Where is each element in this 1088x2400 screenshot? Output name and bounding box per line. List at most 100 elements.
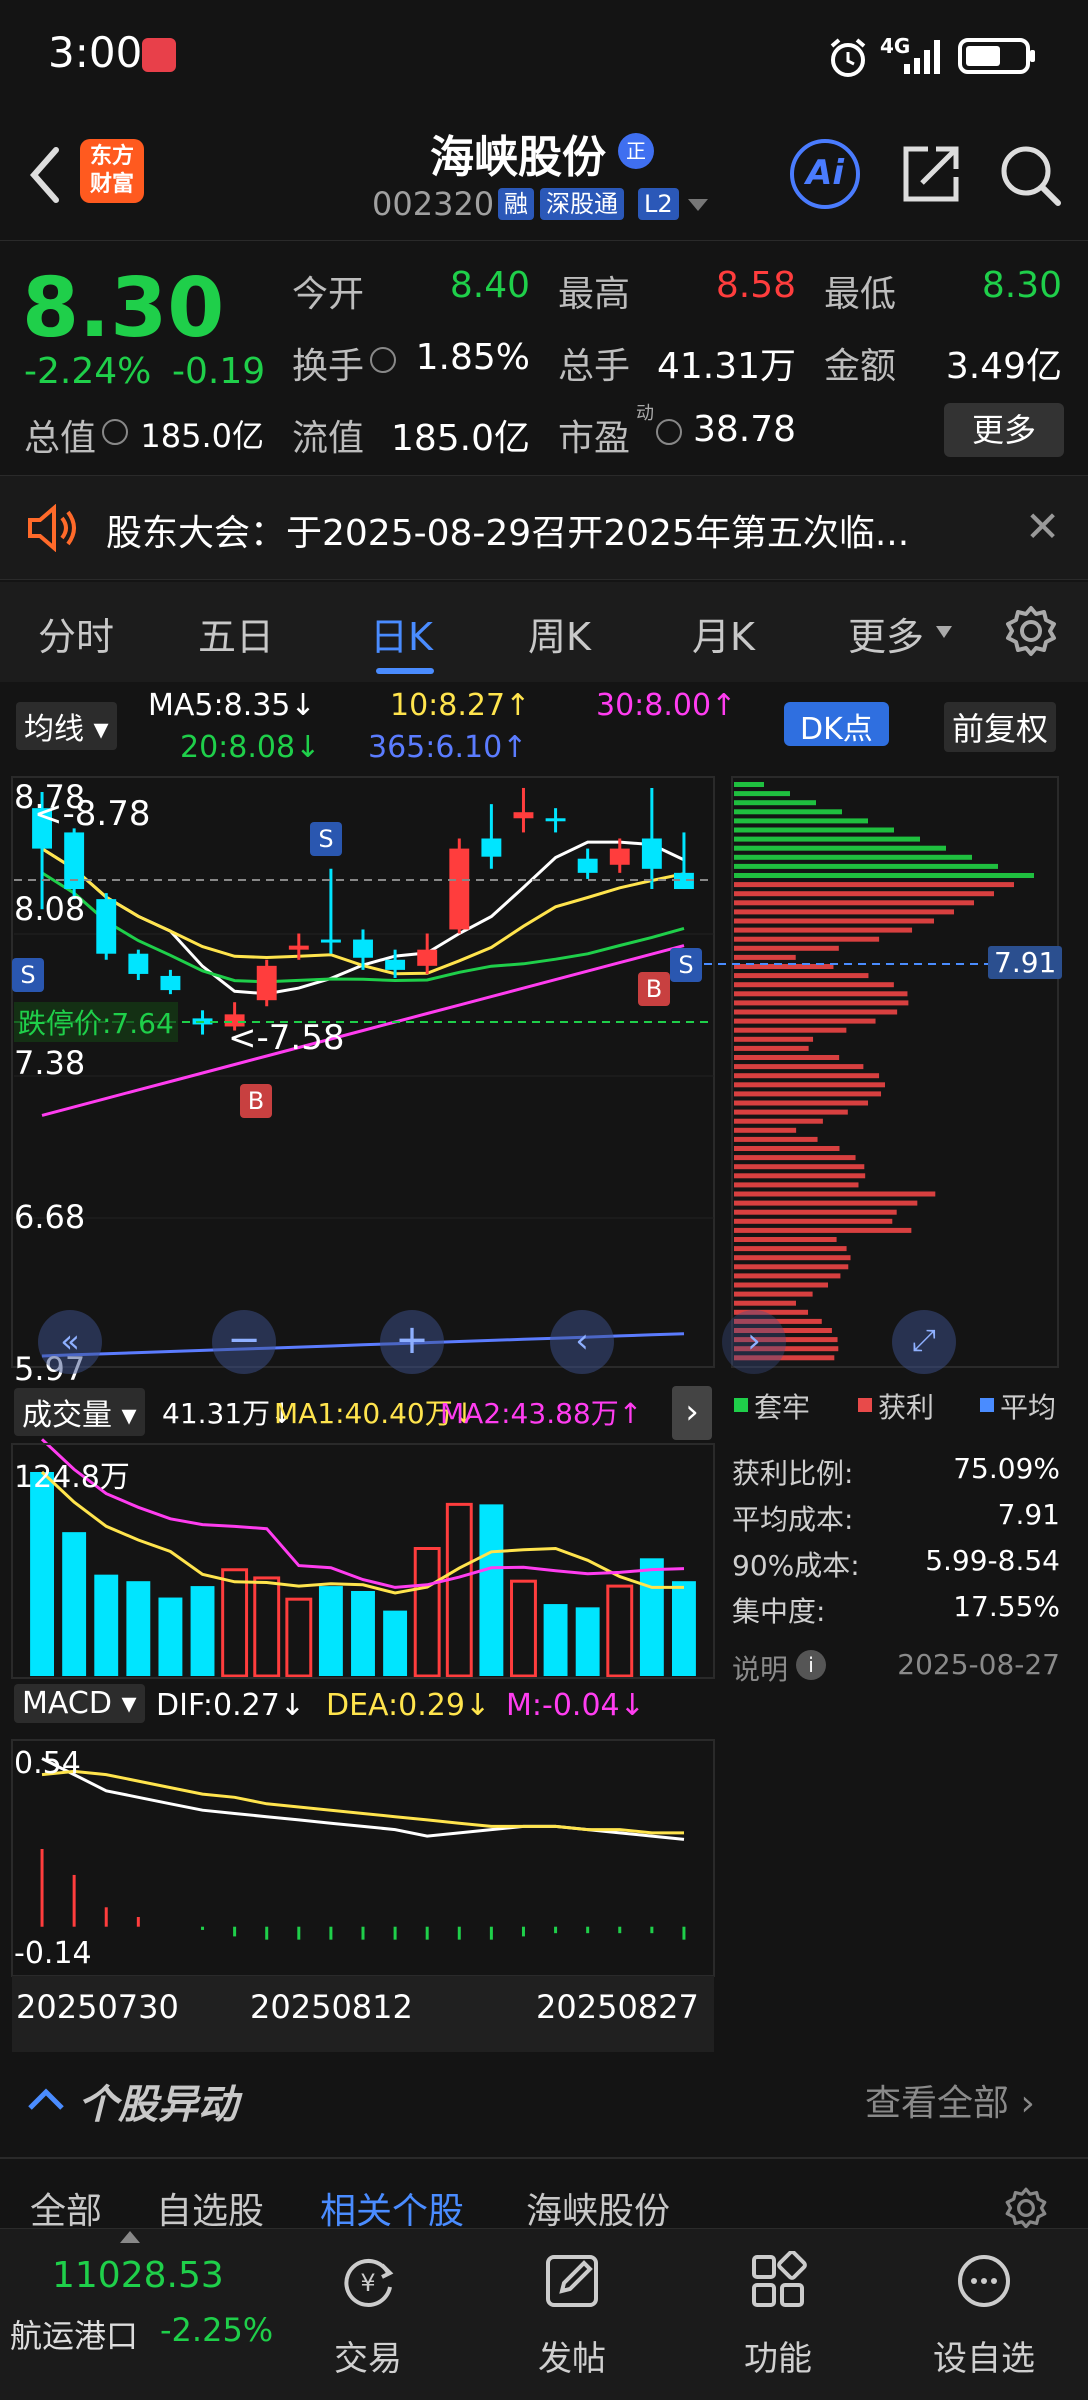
- alarm-icon: [830, 38, 866, 77]
- sell-marker[interactable]: S: [12, 958, 44, 992]
- bottom-bar: 11028.53 航运港口 -2.25% ¥ 交易 发帖 功能 设自选: [0, 2228, 1088, 2400]
- info-icon[interactable]: [102, 419, 128, 445]
- ai-button[interactable]: Ai: [790, 139, 860, 209]
- chip-bar: [734, 991, 908, 997]
- volume-bar: [190, 1586, 215, 1676]
- search-icon[interactable]: [998, 143, 1062, 207]
- scroll-left-button[interactable]: ‹: [550, 1310, 614, 1374]
- back-arrow-icon[interactable]: [20, 140, 70, 210]
- volume-max-label: 124.8万: [14, 1460, 130, 1495]
- volume-bar: [318, 1586, 343, 1676]
- float-value: 185.0亿: [390, 418, 530, 459]
- zoom-in-button[interactable]: +: [380, 1310, 444, 1374]
- signal-icon: [904, 40, 940, 74]
- notice-banner[interactable]: 股东大会：于2025-08-29召开2025年第五次临... ✕: [0, 475, 1088, 580]
- macd-dif-label: DIF:0.27↓: [156, 1688, 305, 1723]
- volume-selector[interactable]: 成交量 ▾: [14, 1388, 145, 1436]
- legend-profit-swatch: [858, 1398, 872, 1412]
- info-icon[interactable]: [656, 419, 682, 445]
- abn-tab-related[interactable]: 相关个股: [320, 2182, 464, 2234]
- volume-bar: [639, 1558, 664, 1676]
- sell-marker[interactable]: S: [310, 822, 342, 856]
- chip-bar: [734, 1264, 849, 1270]
- chip-bar: [734, 900, 974, 906]
- chip-bar: [734, 1109, 848, 1115]
- candle-body: [353, 939, 373, 958]
- index-name[interactable]: 航运港口: [10, 2311, 138, 2357]
- tab-weekly-k[interactable]: 周K: [528, 606, 591, 661]
- gear-icon[interactable]: [1004, 2186, 1048, 2230]
- buy-marker[interactable]: B: [240, 1084, 272, 1118]
- limit-down-label: 跌停价:7.64: [14, 1002, 178, 1042]
- candle-body: [160, 975, 181, 991]
- app-badge-icon: [142, 38, 176, 72]
- x-tick-mid: 20250812: [250, 1988, 413, 2026]
- caret-up-icon[interactable]: [120, 2231, 140, 2243]
- legend-trapped: 套牢: [754, 1391, 811, 1424]
- tab-more[interactable]: 更多: [848, 606, 924, 661]
- volume-bar: [510, 1579, 537, 1678]
- stock-code: 002320: [372, 185, 495, 223]
- avg-cost-marker: 7.91: [988, 946, 1063, 979]
- chip-bar: [734, 791, 790, 797]
- chart-zone: 均线 ▾ MA5:8.35↓ 10:8.27↑ 30:8.00↑ 20:8.08…: [0, 682, 1088, 2052]
- chip-bar: [734, 827, 894, 833]
- candle-body: [609, 848, 630, 865]
- candle-body: [320, 939, 341, 943]
- more-button[interactable]: 更多: [944, 403, 1064, 457]
- volume-bar: [445, 1502, 473, 1678]
- chip-bar: [734, 809, 842, 815]
- abn-tab-watchlist[interactable]: 自选股: [156, 2182, 264, 2234]
- tab-intraday[interactable]: 分时: [38, 606, 114, 661]
- cost90-row: 90%成本: 5.99-8.54: [732, 1544, 1060, 1582]
- avg-cost-row: 平均成本: 7.91: [732, 1498, 1060, 1536]
- y-label-4: 6.68: [14, 1198, 86, 1236]
- chip-bar: [734, 882, 1014, 888]
- chevron-right-icon[interactable]: ›: [672, 1386, 712, 1440]
- abn-tab-stock[interactable]: 海峡股份: [526, 2182, 670, 2234]
- tab-five-day[interactable]: 五日: [198, 606, 274, 661]
- fullscreen-icon[interactable]: ⤢: [892, 1310, 956, 1374]
- volume-bar: [672, 1581, 696, 1676]
- scroll-right-button[interactable]: ›: [722, 1310, 786, 1374]
- speaker-icon: [28, 504, 76, 552]
- tag-margin: 融: [498, 188, 534, 220]
- view-all-link[interactable]: 查看全部 ›: [865, 2074, 1035, 2126]
- pe-dynamic-sup: 动: [636, 403, 654, 424]
- chevron-down-icon[interactable]: [686, 195, 710, 215]
- abnormal-section: 个股异动 查看全部 › 全部 自选股 相关个股 海峡股份: [0, 2052, 1088, 2232]
- volume-bar: [413, 1547, 441, 1678]
- macd-selector[interactable]: MACD ▾: [14, 1684, 145, 1723]
- abn-tab-all[interactable]: 全部: [30, 2182, 102, 2234]
- buy-marker[interactable]: B: [638, 972, 670, 1006]
- chip-bar: [734, 1255, 851, 1261]
- tab-monthly-k[interactable]: 月K: [692, 606, 755, 661]
- eastmoney-logo[interactable]: 东方 财富: [80, 139, 144, 203]
- sell-marker[interactable]: S: [670, 948, 702, 982]
- share-icon[interactable]: [900, 143, 962, 205]
- chip-bar: [734, 782, 764, 787]
- macd-dif-line: [41, 1757, 685, 1841]
- amount-label: 金额: [824, 346, 897, 387]
- volume-ma2-label: MA2:43.88万↑: [440, 1397, 643, 1430]
- chip-bar: [734, 1200, 918, 1206]
- candle-body: [256, 965, 277, 1001]
- chip-bar: [734, 1045, 809, 1051]
- candle-body: [385, 959, 406, 970]
- tab-daily-k[interactable]: 日K: [370, 606, 433, 661]
- scroll-start-button[interactable]: «: [38, 1310, 102, 1374]
- info-icon[interactable]: [370, 347, 396, 373]
- chip-bar: [734, 1073, 880, 1079]
- amount-value: 3.49亿: [945, 346, 1062, 387]
- mktcap-label: 总值: [24, 418, 97, 459]
- chip-bar: [734, 945, 839, 951]
- index-value[interactable]: 11028.53: [52, 2255, 224, 2296]
- edit-icon: [546, 2255, 598, 2307]
- chip-bar: [734, 954, 796, 960]
- close-icon[interactable]: ✕: [1025, 502, 1060, 551]
- chevron-up-icon[interactable]: [26, 2086, 66, 2112]
- info-icon[interactable]: i: [796, 1650, 826, 1680]
- gear-icon[interactable]: [1004, 604, 1058, 658]
- zoom-out-button[interactable]: −: [212, 1310, 276, 1374]
- chip-bar: [734, 1036, 814, 1042]
